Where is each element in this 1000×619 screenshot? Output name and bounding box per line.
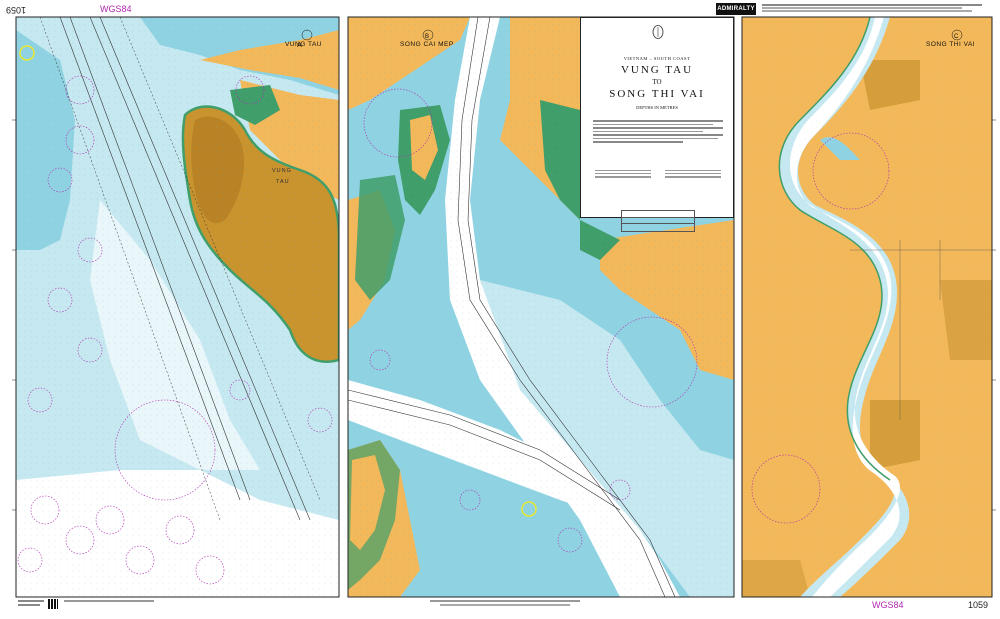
panel-a-map: A VUNG TAU VUNG TAU — [16, 17, 339, 597]
panel-c-letter: C — [954, 34, 959, 40]
qr-code-icon — [48, 599, 58, 609]
title-connector: TO — [652, 78, 662, 86]
panel-c-name: SONG THI VAI — [926, 41, 975, 48]
title-line2: SONG THI VAI — [609, 88, 705, 100]
notes-left — [595, 168, 651, 180]
crest-icon — [652, 25, 664, 39]
title-region: VIETNAM – SOUTH COAST — [623, 56, 691, 61]
panel-c-map: C SONG THI VAI — [742, 17, 992, 597]
panel-b-letter: B — [425, 34, 429, 40]
panel-a-label-tau: TAU — [276, 179, 290, 185]
title-notes — [593, 118, 723, 145]
title-block: VIETNAM – SOUTH COAST VUNG TAU TO SONG T… — [580, 17, 734, 232]
notes-right — [665, 168, 721, 180]
chart-number-bottom-right: 1059 — [968, 600, 989, 610]
panel-a-name: VUNG TAU — [285, 41, 322, 48]
panel-b-name: SONG CAI MEP — [400, 41, 454, 48]
tidal-table — [621, 210, 695, 232]
datum-label-bottom: WGS84 — [872, 600, 904, 610]
panel-a-label-vung: VUNG — [272, 168, 292, 174]
depth-units: DEPTHS IN METRES — [636, 105, 678, 110]
chart-canvas: A VUNG TAU VUNG TAU B SONG CAI MEP C SON… — [12, 16, 996, 598]
title-line1: VUNG TAU — [620, 64, 694, 76]
